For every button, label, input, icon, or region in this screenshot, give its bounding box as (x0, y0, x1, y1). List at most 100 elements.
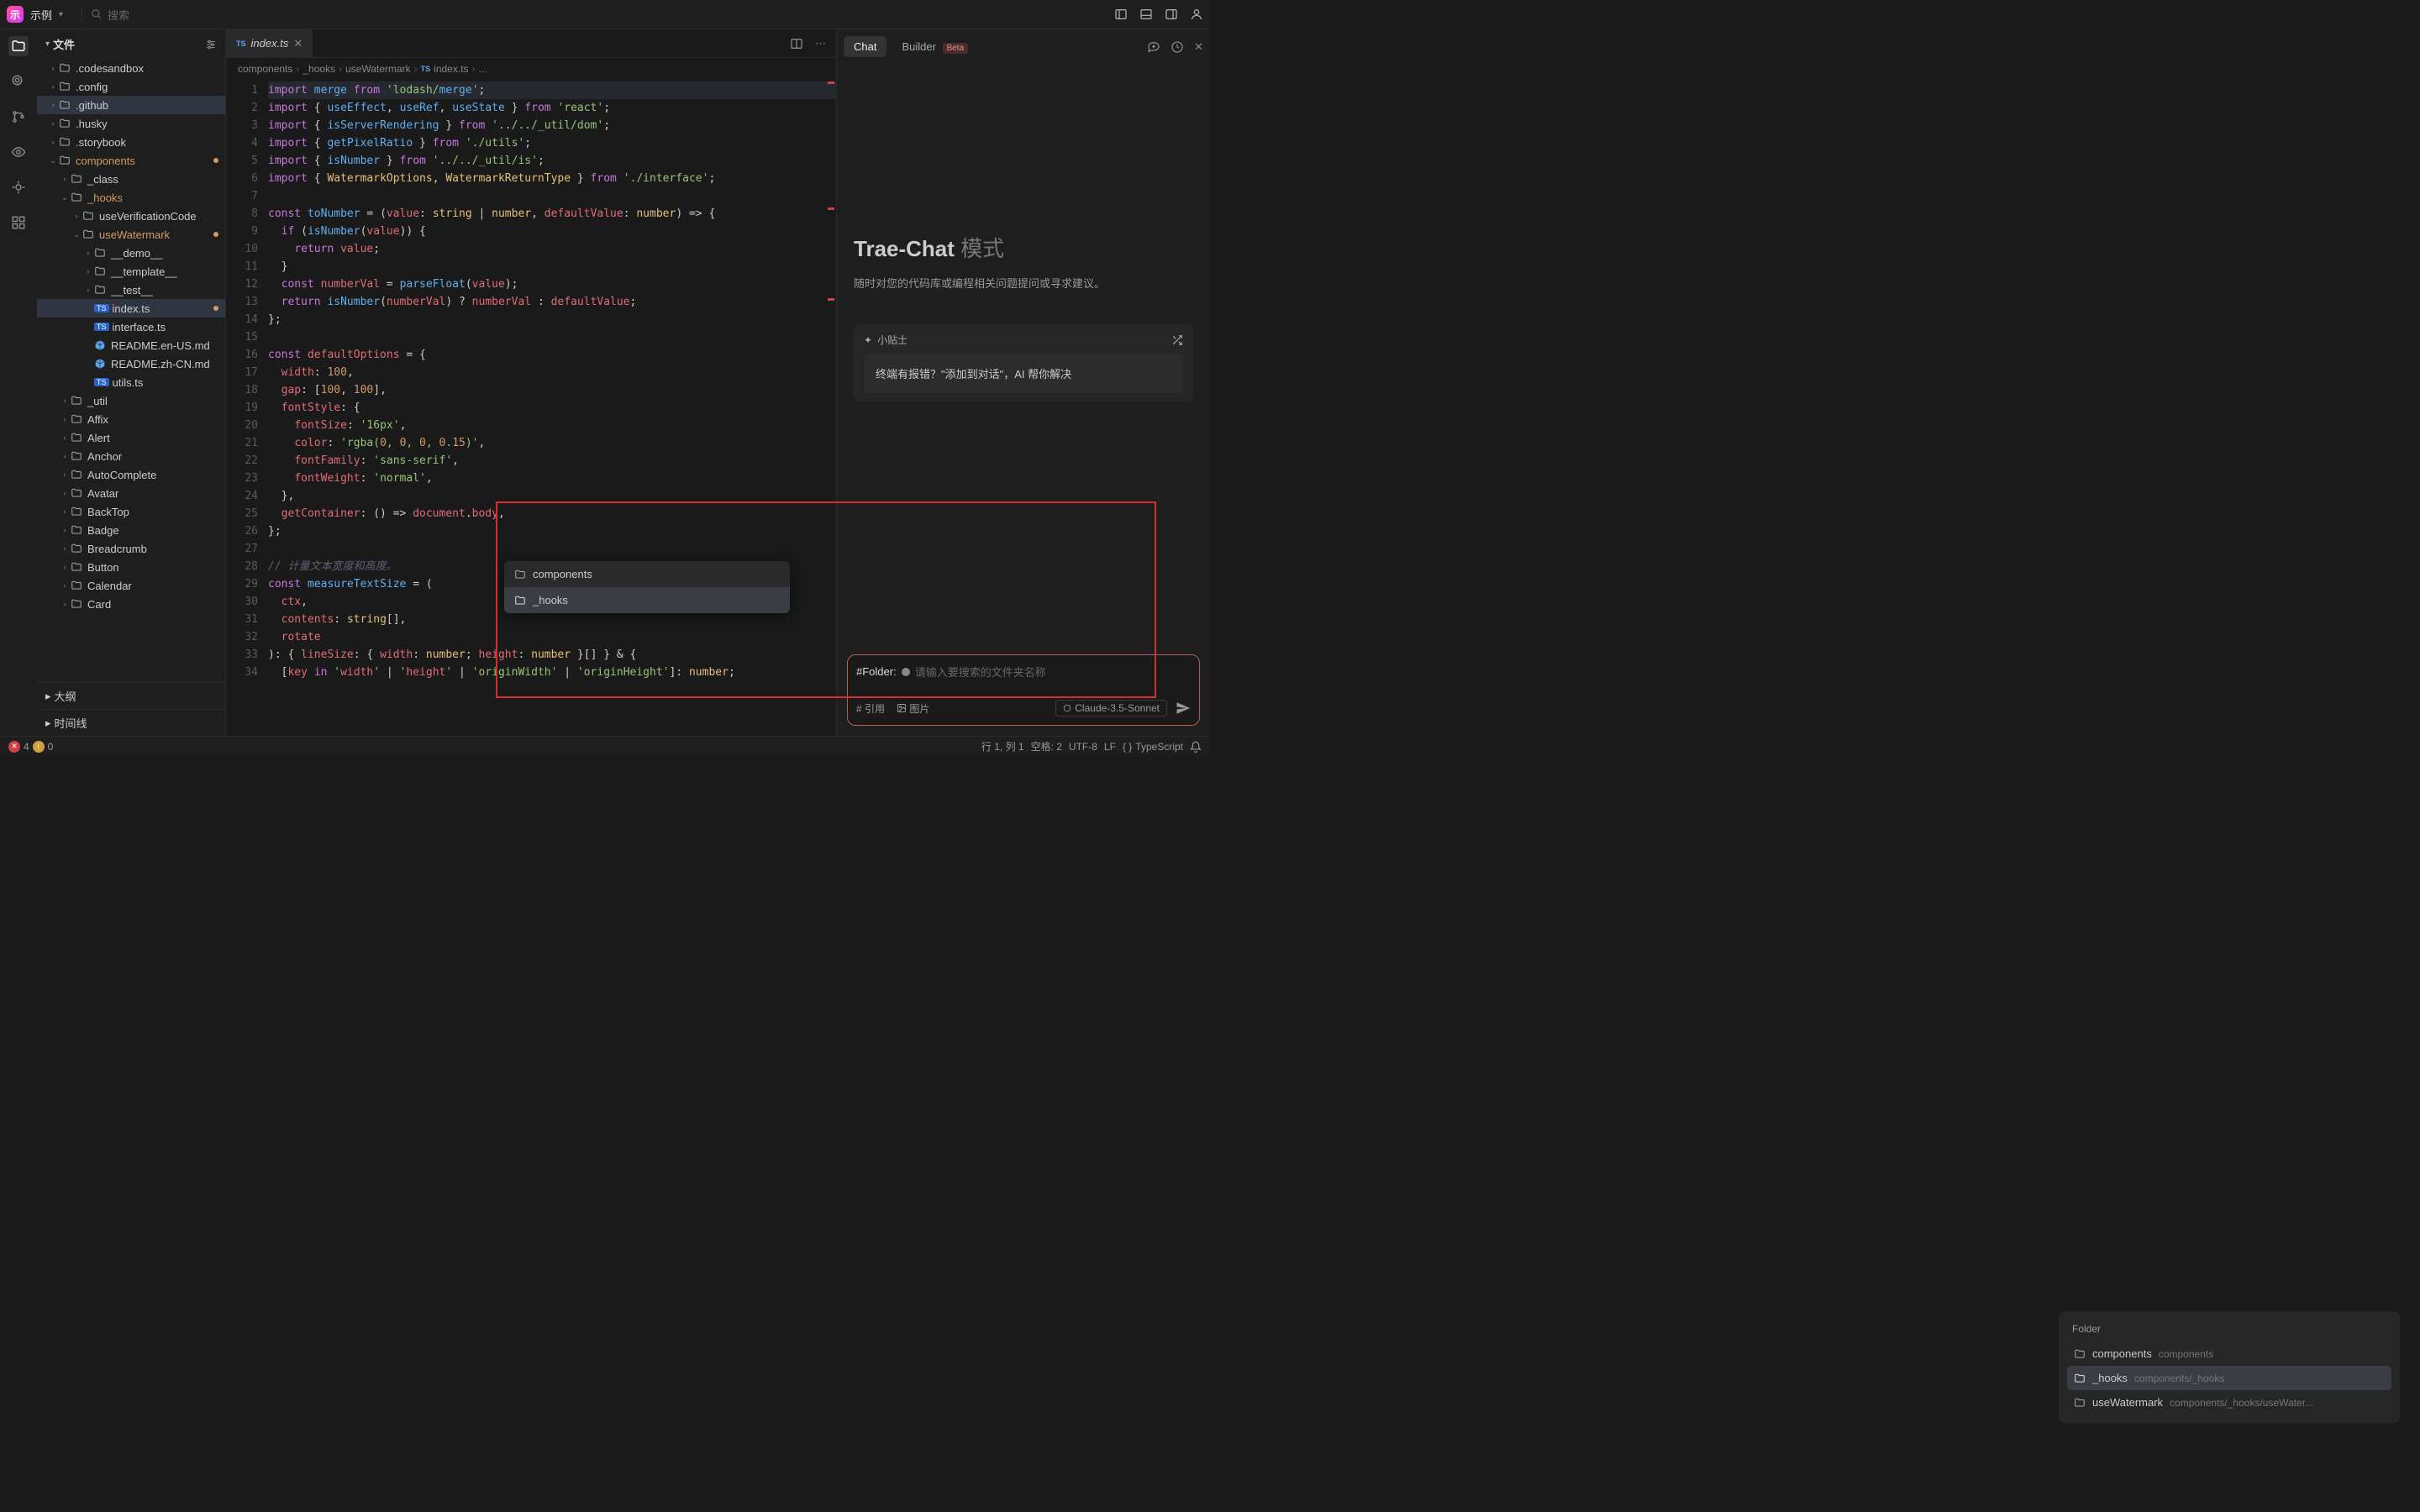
image-button[interactable]: 图片 (897, 701, 929, 716)
global-search[interactable]: 搜索 (91, 7, 129, 23)
tree-folder[interactable]: ›.husky (37, 114, 225, 133)
tree-folder[interactable]: ⌄_hooks (37, 188, 225, 207)
settings-icon[interactable] (205, 39, 217, 50)
tab-filename: index.ts (251, 37, 289, 50)
panel-right-icon[interactable] (1165, 8, 1178, 21)
editor-tab[interactable]: TS index.ts ✕ (226, 29, 313, 57)
popup-item[interactable]: components (504, 561, 790, 587)
chat-input[interactable]: #Folder: 请输入要搜索的文件夹名称 # 引用 图片 Claude-3.5… (847, 654, 1200, 726)
suggest-option[interactable]: components components (2067, 1341, 2391, 1366)
tree-folder[interactable]: ›Calendar (37, 576, 225, 595)
close-icon[interactable]: ✕ (1194, 40, 1203, 54)
tree-folder[interactable]: ›Button (37, 558, 225, 576)
tree-folder[interactable]: ›__test__ (37, 281, 225, 299)
timeline-label: 时间线 (55, 715, 87, 731)
outline-section[interactable]: ▸ 大纲 (37, 682, 225, 709)
beta-badge: Beta (943, 43, 969, 54)
tree-folder[interactable]: ›Badge (37, 521, 225, 539)
indent-indicator[interactable]: 空格: 2 (1031, 739, 1062, 753)
tab-chat[interactable]: Chat (844, 36, 886, 57)
tree-folder[interactable]: ›_class (37, 170, 225, 188)
folder-icon (514, 569, 526, 580)
eol-indicator[interactable]: LF (1104, 741, 1116, 753)
shuffle-icon[interactable] (1171, 334, 1183, 346)
popup-item[interactable]: _hooks (504, 587, 790, 613)
extensions-icon[interactable] (8, 213, 29, 233)
tips-card: ✦ 小贴士 终端有报错？"添加到对话"，AI 帮你解决 (854, 324, 1193, 402)
tab-builder[interactable]: Builder Beta (892, 36, 978, 57)
tree-file[interactable]: TSindex.ts (37, 299, 225, 318)
folder-suggest-popup[interactable]: Folder components components _hooks comp… (2059, 1311, 2400, 1423)
code-editor[interactable]: 1234567891011121314151617181920212223242… (226, 80, 836, 736)
close-icon[interactable]: ✕ (293, 37, 302, 50)
tree-folder[interactable]: ›__demo__ (37, 244, 225, 262)
problems-indicator[interactable]: ✕ 4 ! 0 (8, 741, 53, 753)
chevron-right-icon: ▸ (45, 717, 51, 730)
code-content[interactable]: import merge from 'lodash/merge';import … (268, 80, 836, 736)
tree-folder[interactable]: ›BackTop (37, 502, 225, 521)
timeline-section[interactable]: ▸ 时间线 (37, 709, 225, 736)
tree-file[interactable]: TSinterface.ts (37, 318, 225, 336)
tree-folder[interactable]: ›Alert (37, 428, 225, 447)
tree-folder[interactable]: ›Card (37, 595, 225, 613)
tree-folder[interactable]: ⌄components (37, 151, 225, 170)
tree-folder[interactable]: ›Breadcrumb (37, 539, 225, 558)
source-control-icon[interactable] (8, 107, 29, 127)
suggest-header: Folder (2067, 1320, 2391, 1341)
suggest-option[interactable]: useWatermark components/_hooks/useWater.… (2067, 1390, 2391, 1415)
tree-file[interactable]: TSutils.ts (37, 373, 225, 391)
notifications-icon[interactable] (1190, 741, 1202, 753)
more-icon[interactable]: ⋯ (815, 37, 826, 50)
tree-folder[interactable]: ›.storybook (37, 133, 225, 151)
input-placeholder: 请输入要搜索的文件夹名称 (915, 664, 1046, 680)
debug-icon[interactable] (8, 177, 29, 197)
tree-folder[interactable]: ›Avatar (37, 484, 225, 502)
preview-icon[interactable] (8, 142, 29, 162)
panel-left-icon[interactable] (1114, 8, 1128, 21)
user-icon[interactable] (1190, 8, 1203, 21)
chat-body: Trae-Chat 模式 随时对您的代码库或编程相关问题提问或寻求建议。 ✦ 小… (837, 64, 1210, 654)
history-icon[interactable] (1171, 40, 1184, 54)
ts-badge: TS (421, 65, 431, 73)
new-chat-icon[interactable] (1147, 40, 1160, 54)
tree-folder[interactable]: ›Affix (37, 410, 225, 428)
tips-label: 小贴士 (877, 333, 908, 347)
minimap[interactable] (826, 80, 836, 736)
suggest-option[interactable]: _hooks components/_hooks (2067, 1366, 2391, 1390)
folder-breadcrumb-popup[interactable]: components _hooks (504, 561, 790, 613)
tree-file[interactable]: README.en-US.md (37, 336, 225, 354)
encoding-indicator[interactable]: UTF-8 (1069, 741, 1097, 753)
language-indicator[interactable]: { }TypeScript (1123, 741, 1183, 753)
chevron-down-icon[interactable]: ▾ (59, 10, 63, 19)
tree-folder[interactable]: ›.github (37, 96, 225, 114)
panel-bottom-icon[interactable] (1139, 8, 1153, 21)
folder-icon (2074, 1348, 2086, 1360)
tips-body[interactable]: 终端有报错？"添加到对话"，AI 帮你解决 (864, 354, 1183, 393)
breadcrumbs[interactable]: components› _hooks› useWatermark› TS ind… (226, 58, 836, 80)
model-selector[interactable]: Claude-3.5-Sonnet (1055, 700, 1167, 717)
tree-folder[interactable]: ›.codesandbox (37, 59, 225, 77)
activity-bar (0, 29, 37, 736)
tree-folder[interactable]: ›AutoComplete (37, 465, 225, 484)
outline-label: 大纲 (55, 688, 76, 704)
reference-button[interactable]: # 引用 (856, 701, 885, 716)
tree-folder[interactable]: ›useVerificationCode (37, 207, 225, 225)
tree-folder[interactable]: ⌄useWatermark (37, 225, 225, 244)
ts-badge: TS (236, 39, 246, 48)
search-activity-icon[interactable] (8, 71, 29, 92)
split-editor-icon[interactable] (790, 37, 803, 50)
editor-tabs: TS index.ts ✕ ⋯ (226, 29, 836, 58)
sidebar-header[interactable]: ▾ 文件 (37, 29, 225, 59)
tree-file[interactable]: README.zh-CN.md (37, 354, 225, 373)
file-tree[interactable]: ›.codesandbox›.config›.github›.husky›.st… (37, 59, 225, 682)
tree-folder[interactable]: ›__template__ (37, 262, 225, 281)
cursor-position[interactable]: 行 1, 列 1 (981, 739, 1024, 753)
send-icon[interactable] (1176, 701, 1191, 716)
chat-subtitle: 随时对您的代码库或编程相关问题提问或寻求建议。 (854, 275, 1193, 291)
explorer-icon[interactable] (8, 36, 29, 56)
app-icon: 示 (7, 6, 24, 23)
tree-folder[interactable]: ›.config (37, 77, 225, 96)
tree-folder[interactable]: ›Anchor (37, 447, 225, 465)
tree-folder[interactable]: ›_util (37, 391, 225, 410)
input-prefix: #Folder: (856, 665, 897, 678)
